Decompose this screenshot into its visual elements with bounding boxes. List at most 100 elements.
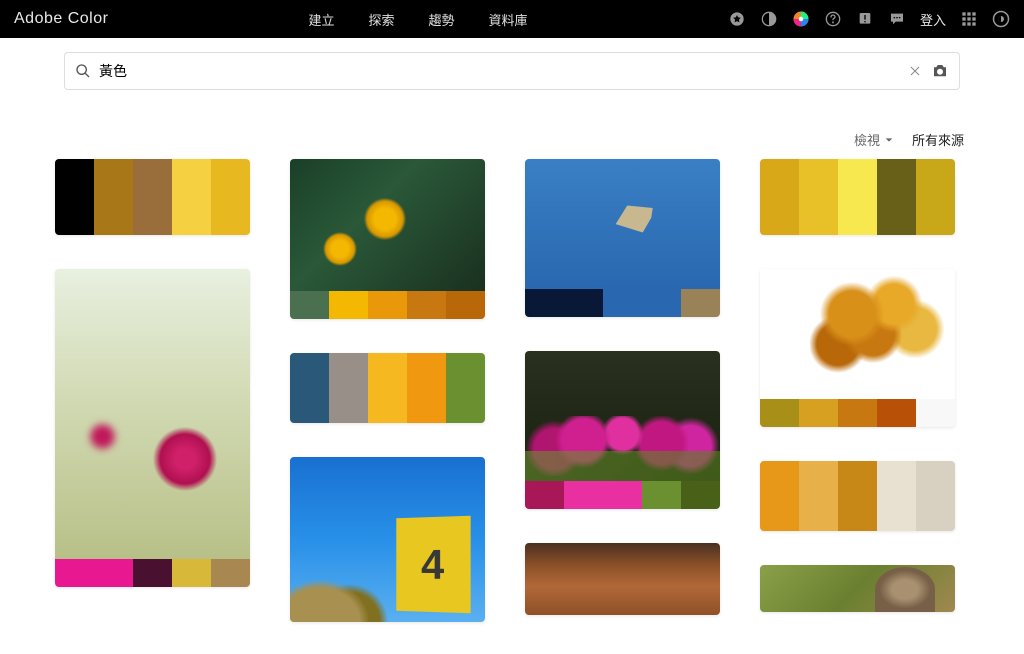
image-card[interactable] — [760, 565, 955, 612]
gallery-col-2 — [290, 159, 485, 622]
search-bar — [64, 52, 960, 90]
apps-grid-icon[interactable] — [960, 10, 978, 28]
results-gallery — [0, 159, 1024, 622]
swatch — [133, 559, 172, 587]
clear-icon[interactable] — [909, 65, 921, 77]
topbar-right: 登入 — [728, 10, 1010, 29]
swatch — [799, 461, 838, 531]
swatch — [760, 399, 799, 427]
view-label: 檢視 — [854, 130, 880, 149]
image-card[interactable] — [525, 543, 720, 615]
swatch — [916, 159, 955, 235]
swatch — [407, 353, 446, 423]
swatch — [799, 399, 838, 427]
swatch — [94, 559, 133, 587]
swatch — [446, 353, 485, 423]
swatch — [642, 481, 681, 509]
swatch — [211, 159, 250, 235]
swatch — [446, 291, 485, 319]
swatch — [681, 481, 720, 509]
palette-card[interactable] — [290, 353, 485, 423]
swatch — [172, 159, 211, 235]
brand-logo[interactable]: Adobe Color — [14, 10, 108, 28]
swatch-row — [525, 289, 720, 317]
swatch — [877, 461, 916, 531]
search-icon — [75, 63, 91, 79]
nav-explore[interactable]: 探索 — [368, 10, 394, 29]
view-dropdown[interactable]: 檢視 — [854, 130, 894, 149]
image-palette-card[interactable] — [760, 269, 955, 427]
palette-card[interactable] — [760, 159, 955, 235]
card-image — [525, 543, 720, 615]
swatch — [211, 559, 250, 587]
result-controls: 檢視 所有來源 — [0, 100, 1024, 159]
swatch — [172, 559, 211, 587]
top-navbar: Adobe Color 建立 探索 趨勢 資料庫 登入 — [0, 0, 1024, 38]
palette-card[interactable] — [760, 461, 955, 531]
chevron-down-icon — [884, 135, 894, 145]
swatch — [799, 159, 838, 235]
image-palette-card[interactable] — [525, 159, 720, 317]
swatch — [55, 159, 94, 235]
search-area — [0, 38, 1024, 100]
search-input[interactable] — [99, 63, 899, 79]
swatch — [760, 461, 799, 531]
swatch-row — [290, 291, 485, 319]
swatch — [760, 159, 799, 235]
swatch-row — [760, 399, 955, 427]
cc-icon[interactable] — [992, 10, 1010, 28]
swatch — [329, 291, 368, 319]
swatch — [407, 291, 446, 319]
swatch — [290, 353, 329, 423]
swatch — [525, 289, 564, 317]
card-image — [290, 159, 485, 291]
card-image — [290, 457, 485, 622]
nav-library[interactable]: 資料庫 — [489, 10, 528, 29]
contrast-icon[interactable] — [760, 10, 778, 28]
gallery-col-4 — [760, 159, 955, 622]
image-palette-card[interactable] — [55, 269, 250, 587]
help-icon[interactable] — [824, 10, 842, 28]
star-icon[interactable] — [728, 10, 746, 28]
source-dropdown[interactable]: 所有來源 — [912, 130, 964, 149]
card-image — [760, 269, 955, 399]
gallery-col-3 — [525, 159, 720, 622]
image-palette-card[interactable] — [525, 351, 720, 509]
swatch — [877, 399, 916, 427]
swatch — [603, 481, 642, 509]
swatch-row — [55, 159, 250, 235]
swatch — [838, 399, 877, 427]
swatch — [55, 559, 94, 587]
swatch-row — [760, 159, 955, 235]
swatch — [368, 353, 407, 423]
swatch-row — [290, 353, 485, 423]
swatch — [329, 353, 368, 423]
main-nav: 建立 探索 趨勢 資料庫 — [308, 10, 527, 29]
swatch — [603, 289, 642, 317]
nav-create[interactable]: 建立 — [308, 10, 334, 29]
swatch — [916, 461, 955, 531]
swatch — [94, 159, 133, 235]
swatch — [838, 159, 877, 235]
image-palette-card[interactable] — [290, 159, 485, 319]
nav-trends[interactable]: 趨勢 — [428, 10, 454, 29]
chat-icon[interactable] — [888, 10, 906, 28]
color-wheel-icon[interactable] — [792, 10, 810, 28]
swatch-row — [525, 481, 720, 509]
announce-icon[interactable] — [856, 10, 874, 28]
image-card[interactable] — [290, 457, 485, 622]
swatch — [877, 159, 916, 235]
swatch-row — [55, 559, 250, 587]
card-image — [525, 159, 720, 289]
swatch — [564, 481, 603, 509]
swatch — [368, 291, 407, 319]
gallery-col-1 — [55, 159, 250, 622]
login-link[interactable]: 登入 — [920, 10, 946, 29]
card-image — [55, 269, 250, 559]
swatch — [916, 399, 955, 427]
palette-card[interactable] — [55, 159, 250, 235]
swatch — [290, 291, 329, 319]
camera-icon[interactable] — [931, 62, 949, 80]
swatch — [564, 289, 603, 317]
card-image — [525, 351, 720, 481]
